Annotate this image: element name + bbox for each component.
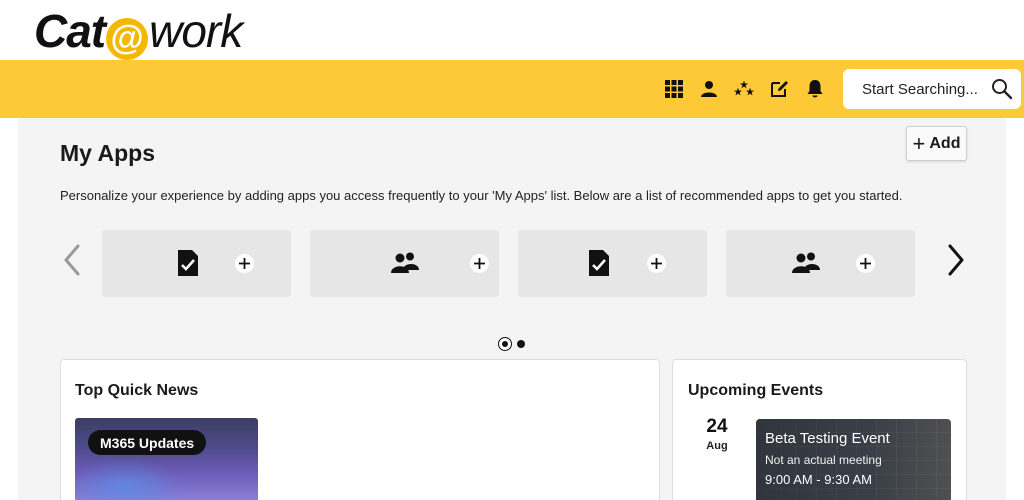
carousel-dot[interactable] <box>517 340 525 348</box>
my-apps-description: Personalize your experience by adding ap… <box>60 188 903 203</box>
carousel-pagination <box>497 336 527 352</box>
people-group-icon <box>391 252 419 273</box>
document-check-icon <box>178 250 198 276</box>
event-title[interactable]: Beta Testing Event <box>765 430 890 447</box>
document-check-icon <box>589 250 609 276</box>
event-time: 9:00 AM - 9:30 AM <box>765 472 872 487</box>
event-date-day: 24 <box>706 416 728 437</box>
plus-icon <box>860 258 871 269</box>
logo-at-symbol: @ <box>106 17 149 60</box>
logo-text-cat: Cat <box>34 5 106 57</box>
add-app-plus-button[interactable] <box>235 254 254 273</box>
person-icon[interactable] <box>696 76 722 102</box>
event-date-month: Aug <box>706 440 728 452</box>
search-icon[interactable] <box>991 78 1013 100</box>
recommended-app-card[interactable] <box>726 230 915 297</box>
favorites-stars-icon[interactable] <box>731 76 757 102</box>
plus-icon: + <box>912 130 926 156</box>
search-input[interactable] <box>862 80 1002 98</box>
news-section-title: Top Quick News <box>75 382 199 399</box>
recommended-app-card[interactable] <box>310 230 499 297</box>
add-app-plus-button[interactable] <box>647 254 666 273</box>
people-group-icon <box>792 252 820 273</box>
search-box <box>843 69 1021 109</box>
plus-icon <box>474 258 485 269</box>
plus-icon <box>651 258 662 269</box>
carousel-prev-arrow-icon[interactable] <box>58 240 88 280</box>
carousel-dot-active[interactable] <box>498 337 512 351</box>
logo-text-work: work <box>149 5 243 57</box>
add-app-plus-button[interactable] <box>470 254 489 273</box>
apps-grid-icon[interactable] <box>661 76 687 102</box>
bell-icon[interactable] <box>802 76 828 102</box>
recommended-app-card[interactable] <box>518 230 707 297</box>
event-subtitle: Not an actual meeting <box>765 453 882 467</box>
add-button-label: Add <box>929 134 961 152</box>
carousel-next-arrow-icon[interactable] <box>940 240 970 280</box>
catwork-logo[interactable]: Cat @ work <box>34 4 243 60</box>
recommended-app-card[interactable] <box>102 230 291 297</box>
news-tag-badge: M365 Updates <box>88 430 207 455</box>
edit-note-icon[interactable] <box>766 76 792 102</box>
top-bar: Cat @ work <box>0 0 1024 60</box>
add-app-plus-button[interactable] <box>856 254 875 273</box>
page-title: My Apps <box>60 140 155 166</box>
plus-icon <box>239 258 250 269</box>
events-section-title: Upcoming Events <box>688 382 824 399</box>
add-app-button[interactable]: + Add <box>906 126 967 161</box>
